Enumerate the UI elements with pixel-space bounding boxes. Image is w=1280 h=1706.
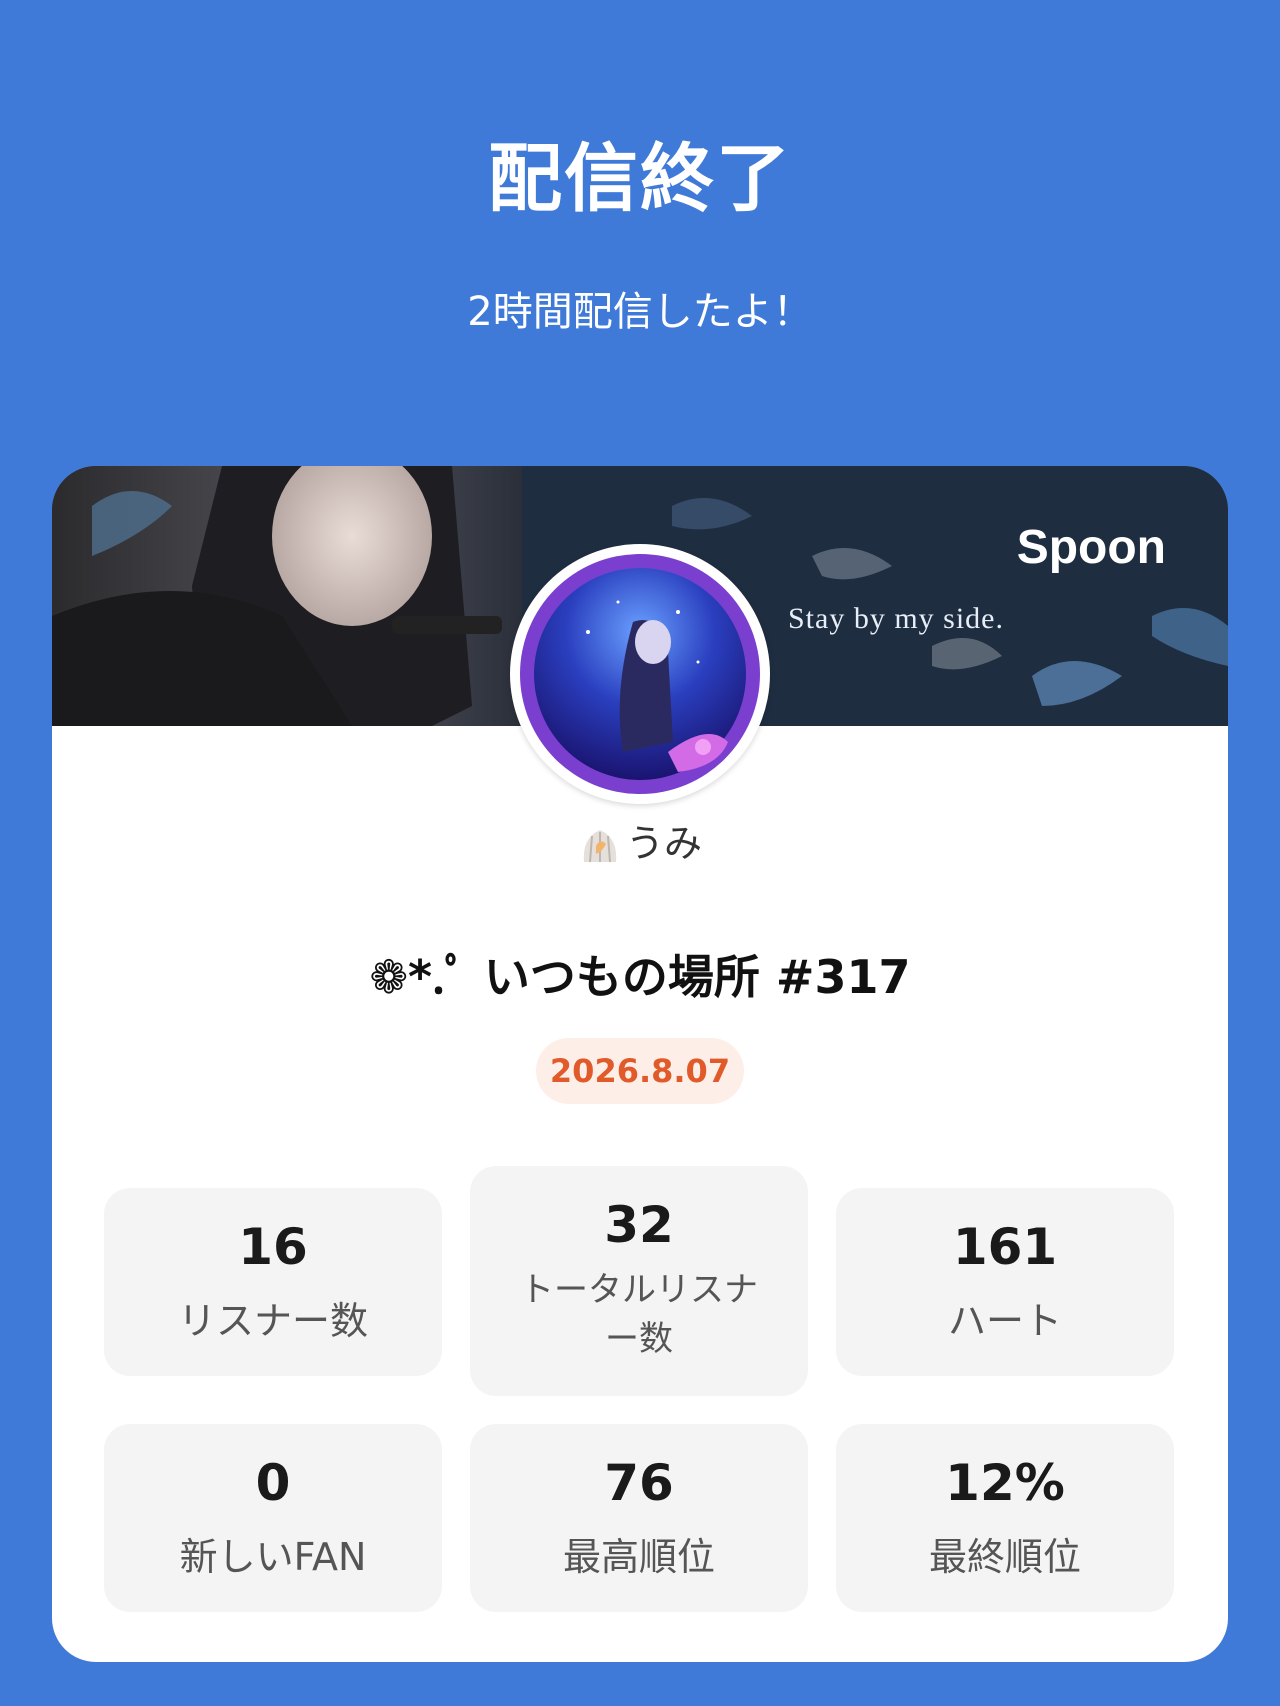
stat-hearts: 161 ハート <box>836 1188 1174 1376</box>
stat-highest-rank: 76 最高順位 <box>470 1424 808 1612</box>
page-title: 配信終了 <box>488 136 792 222</box>
stat-final-rank: 12% 最終順位 <box>836 1424 1174 1612</box>
stat-total-listeners: 32 トータルリスナー数 <box>470 1166 808 1396</box>
stat-new-fans: 0 新しいFAN <box>104 1424 442 1612</box>
stat-value: 12% <box>945 1454 1065 1512</box>
date-badge: 2026.8.07 <box>536 1038 744 1104</box>
stat-label: 最終順位 <box>928 1535 1081 1579</box>
seashell-icon <box>583 830 617 863</box>
avatar[interactable] <box>510 544 770 804</box>
stat-listeners: 16 リスナー数 <box>104 1188 442 1376</box>
page-subtitle: 2時間配信したよ！ <box>467 289 813 335</box>
username-row: うみ <box>52 824 1228 868</box>
brand-logo: Spoon <box>1016 521 1166 574</box>
stat-label: 新しいFAN <box>179 1535 367 1579</box>
stat-value: 16 <box>238 1218 308 1276</box>
stat-value: 32 <box>604 1196 674 1254</box>
avatar-image <box>520 554 760 794</box>
stat-value: 161 <box>952 1218 1058 1276</box>
banner-tagline: Stay by my side. <box>788 602 1004 635</box>
stat-value: 0 <box>255 1454 291 1512</box>
live-title: ❁*.ﾟ いつもの場所 #317 <box>369 950 911 1004</box>
stat-label: リスナー数 <box>177 1299 368 1343</box>
stat-label: ハート <box>947 1299 1062 1343</box>
stat-label: 最高順位 <box>562 1535 715 1579</box>
username: うみ <box>625 821 702 866</box>
stat-value: 76 <box>604 1454 674 1512</box>
stat-label: トータルリスナー数 <box>520 1270 758 1360</box>
summary-card: Spoon Stay by my side. うみ ❁*.ﾟ いつもの場所 #3… <box>52 466 1228 1662</box>
